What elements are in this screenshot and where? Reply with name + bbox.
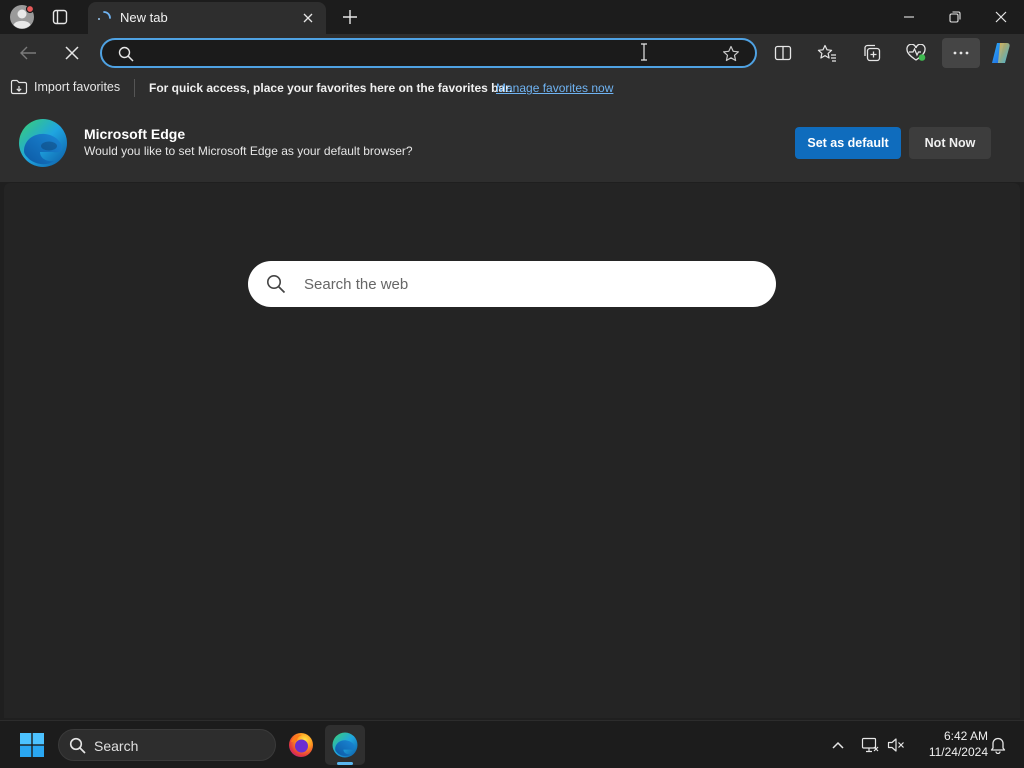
manage-favorites-link[interactable]: Manage favorites now <box>496 81 613 95</box>
infobar-message: Would you like to set Microsoft Edge as … <box>84 144 413 158</box>
split-screen-button[interactable] <box>767 38 799 68</box>
stop-icon <box>65 46 79 60</box>
split-screen-icon <box>774 45 792 61</box>
bell-icon <box>990 737 1006 754</box>
copilot-icon <box>992 43 1010 63</box>
chevron-up-icon <box>832 741 844 749</box>
favorites-message: For quick access, place your favorites h… <box>149 81 513 95</box>
toolbar <box>0 34 1024 72</box>
favorites-bar: Import favorites For quick access, place… <box>0 72 1024 104</box>
collections-icon <box>864 44 881 62</box>
not-now-button[interactable]: Not Now <box>909 127 991 159</box>
favorites-button[interactable] <box>811 38 843 68</box>
tab-actions-button[interactable] <box>46 5 74 29</box>
clock-time: 6:42 AM <box>943 729 988 743</box>
tab-actions-icon <box>52 9 68 25</box>
search-icon <box>69 737 86 754</box>
windows-start-icon <box>20 733 44 757</box>
search-icon <box>118 46 134 62</box>
active-app-indicator <box>337 762 353 765</box>
favorites-star-list-icon <box>817 44 836 62</box>
default-browser-infobar: Microsoft Edge Would you like to set Mic… <box>0 104 1024 182</box>
minimize-button[interactable] <box>886 0 932 34</box>
profile-icon <box>10 4 35 29</box>
add-favorite-star-icon[interactable] <box>722 45 740 63</box>
tab-new-tab[interactable]: New tab <box>88 2 326 34</box>
restore-icon <box>949 11 961 23</box>
address-bar[interactable] <box>100 38 757 68</box>
close-icon <box>303 13 313 23</box>
system-clock[interactable]: 6:42 AM 11/24/2024 <box>912 728 988 760</box>
firefox-icon <box>289 733 313 757</box>
show-hidden-icons-button[interactable] <box>826 733 850 757</box>
network-icon <box>861 737 879 753</box>
web-search-box[interactable] <box>248 261 776 307</box>
new-tab-page <box>4 183 1020 718</box>
edge-logo-icon <box>332 732 358 758</box>
volume-button[interactable] <box>884 733 908 757</box>
web-search-input[interactable] <box>304 274 744 294</box>
profile-button[interactable] <box>8 4 36 30</box>
clock-date: 11/24/2024 <box>928 745 988 759</box>
loading-spinner-icon <box>98 11 111 20</box>
volume-muted-icon <box>887 738 904 752</box>
network-status-button[interactable] <box>858 733 882 757</box>
taskbar-edge[interactable] <box>325 725 365 765</box>
plus-icon <box>343 10 357 24</box>
taskbar-firefox[interactable] <box>284 727 318 763</box>
set-as-default-button[interactable]: Set as default <box>795 127 901 159</box>
new-tab-button[interactable] <box>338 5 362 29</box>
folder-import-icon <box>10 79 28 95</box>
import-favorites-button[interactable]: Import favorites <box>10 79 120 95</box>
browser-essentials-button[interactable] <box>900 38 932 68</box>
taskbar-search[interactable]: Search <box>58 729 276 761</box>
infobar-title: Microsoft Edge <box>84 126 186 142</box>
taskbar: Search 6:42 AM 11/24/2024 <box>0 720 1024 768</box>
tab-title: New tab <box>120 10 168 25</box>
text-cursor-icon <box>641 43 647 61</box>
start-button[interactable] <box>14 728 50 762</box>
notifications-button[interactable] <box>986 733 1010 757</box>
search-icon <box>267 275 286 294</box>
favorites-divider <box>134 79 135 97</box>
taskbar-search-label: Search <box>94 738 139 754</box>
back-arrow-icon <box>20 46 36 60</box>
address-input[interactable] <box>142 44 702 62</box>
back-button[interactable] <box>12 38 44 68</box>
edge-logo-icon <box>19 119 67 167</box>
restore-button[interactable] <box>932 0 978 34</box>
copilot-button[interactable] <box>986 38 1018 68</box>
minimize-icon <box>904 16 914 18</box>
import-favorites-label: Import favorites <box>34 80 121 94</box>
settings-and-more-button[interactable] <box>942 38 980 68</box>
close-icon <box>995 11 1007 23</box>
stop-loading-button[interactable] <box>56 38 88 68</box>
tab-close-button[interactable] <box>300 10 316 26</box>
title-bar: New tab <box>0 0 1024 34</box>
more-dots-icon <box>953 51 969 55</box>
close-window-button[interactable] <box>978 0 1024 34</box>
heart-pulse-icon <box>906 44 926 61</box>
collections-button[interactable] <box>856 38 888 68</box>
